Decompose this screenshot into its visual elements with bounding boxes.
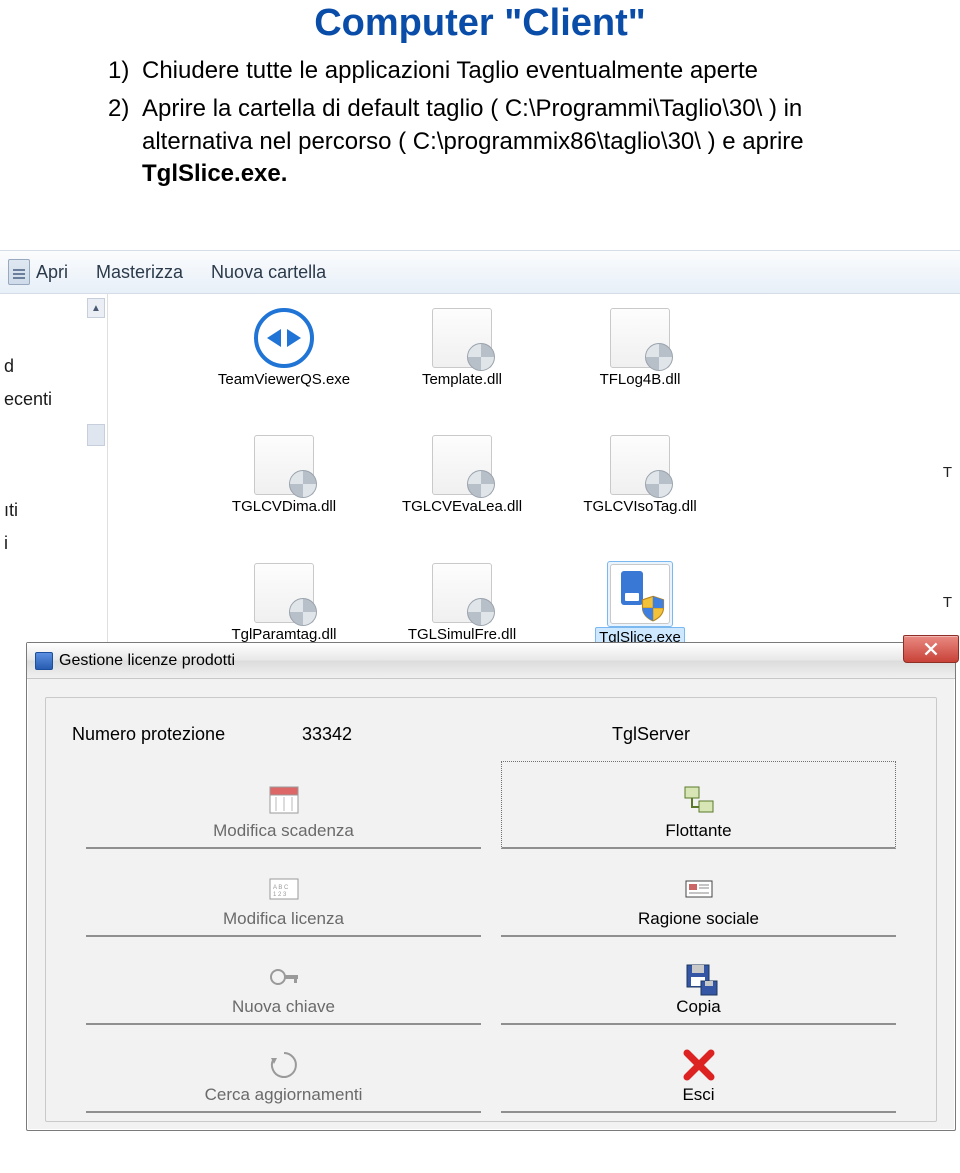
button-label: Modifica licenza <box>223 909 344 929</box>
modifica-scadenza-button[interactable]: Modifica scadenza <box>86 761 481 849</box>
dll-file-icon <box>252 561 316 625</box>
scroll-thumb[interactable] <box>87 424 105 446</box>
network-icon <box>679 781 719 821</box>
floppy-icon <box>679 957 719 997</box>
license-dialog: Gestione licenze prodotti Numero protezi… <box>26 642 956 1131</box>
sidebar-fragment: ıti <box>0 494 107 527</box>
file-label: TGLSimulFre.dll <box>408 626 516 643</box>
doc-body: 1) Chiudere tutte le applicazioni Taglio… <box>0 45 960 191</box>
card-icon <box>679 869 719 909</box>
toolbar-nuova-cartella-button[interactable]: Nuova cartella <box>211 262 326 283</box>
server-label: TglServer <box>612 724 690 745</box>
dialog-header-row: Numero protezione 33342 TglServer <box>46 698 936 761</box>
file-item[interactable]: Template.dll <box>404 306 520 389</box>
file-item[interactable]: TGLCVIsoTag.dll <box>582 433 698 516</box>
exe-file-icon <box>607 561 673 627</box>
cerca-aggiornamenti-button[interactable]: Cerca aggiornamenti <box>86 1025 481 1113</box>
doc-step-2: 2) Aprire la cartella di default taglio … <box>108 93 900 190</box>
dll-file-icon <box>608 433 672 497</box>
sidebar-fragment: i <box>0 527 107 560</box>
license-icon: A B C1 2 3 <box>264 869 304 909</box>
truncated-label: T <box>943 464 952 481</box>
button-label: Cerca aggiornamenti <box>205 1085 363 1105</box>
close-icon <box>924 642 938 656</box>
tv-file-icon <box>252 306 316 370</box>
key-icon <box>264 957 304 997</box>
explorer-body: ▲ d ecenti ıti i TeamViewerQS.exe Templat… <box>0 294 960 674</box>
toolbar-label: Masterizza <box>96 262 183 283</box>
file-item[interactable]: TGLCVDima.dll <box>226 433 342 516</box>
dialog-body: Numero protezione 33342 TglServer Modifi… <box>27 679 955 1130</box>
toolbar-label: Apri <box>36 262 68 283</box>
protection-value: 33342 <box>302 724 502 745</box>
file-label: TGLCVIsoTag.dll <box>583 498 696 515</box>
step-text-part: Aprire la cartella di default taglio ( C… <box>142 95 804 154</box>
dll-file-icon <box>430 433 494 497</box>
file-label: TGLCVDima.dll <box>232 498 336 515</box>
file-label: TglParamtag.dll <box>231 626 336 643</box>
nuova-chiave-button[interactable]: Nuova chiave <box>86 937 481 1025</box>
calendar-icon <box>264 781 304 821</box>
cross-icon <box>679 1045 719 1085</box>
step-text: Aprire la cartella di default taglio ( C… <box>142 93 900 190</box>
explorer-file-area: TeamViewerQS.exe Template.dll TFLog4B.dll T… <box>108 294 960 674</box>
step-text: Chiudere tutte le applicazioni Taglio ev… <box>142 55 758 87</box>
dialog-title-text: Gestione licenze prodotti <box>59 652 235 670</box>
dialog-titlebar: Gestione licenze prodotti <box>27 643 955 679</box>
dll-file-icon <box>430 306 494 370</box>
dll-file-icon <box>430 561 494 625</box>
modifica-licenza-button[interactable]: A B C1 2 3Modifica licenza <box>86 849 481 937</box>
step-number: 1) <box>108 55 142 87</box>
file-item[interactable]: TeamViewerQS.exe <box>226 306 342 389</box>
esci-button[interactable]: Esci <box>501 1025 896 1113</box>
file-label: Template.dll <box>422 371 502 388</box>
doc-title: Computer "Client" <box>0 2 960 45</box>
button-label: Esci <box>682 1085 714 1105</box>
toolbar-masterizza-button[interactable]: Masterizza <box>96 262 183 283</box>
toolbar-label: Nuova cartella <box>211 262 326 283</box>
dialog-close-button[interactable] <box>903 635 959 663</box>
button-label: Nuova chiave <box>232 997 335 1017</box>
button-label: Copia <box>676 997 720 1017</box>
explorer-window: Apri Masterizza Nuova cartella ▲ d ecent… <box>0 250 960 674</box>
file-item[interactable]: TglSlice.exe <box>582 561 698 648</box>
protection-label: Numero protezione <box>72 724 302 745</box>
step-text-bold: TglSlice.exe. <box>142 160 287 187</box>
file-label: TGLCVEvaLea.dll <box>402 498 522 515</box>
dll-file-icon <box>608 306 672 370</box>
copia-button[interactable]: Copia <box>501 937 896 1025</box>
dialog-app-icon <box>35 652 53 670</box>
button-label: Flottante <box>665 821 731 841</box>
file-label: TeamViewerQS.exe <box>218 371 350 388</box>
ragione-sociale-button[interactable]: Ragione sociale <box>501 849 896 937</box>
doc-step-1: 1) Chiudere tutte le applicazioni Taglio… <box>108 55 900 87</box>
svg-text:1 2 3: 1 2 3 <box>273 892 287 898</box>
explorer-toolbar: Apri Masterizza Nuova cartella <box>0 250 960 294</box>
svg-text:A B C: A B C <box>273 885 289 891</box>
file-item[interactable]: TGLCVEvaLea.dll <box>404 433 520 516</box>
dialog-button-columns: Modifica scadenzaA B C1 2 3Modifica lice… <box>46 761 936 1121</box>
toolbar-apri-button[interactable]: Apri <box>8 259 68 285</box>
scroll-up-button[interactable]: ▲ <box>87 298 105 318</box>
flottante-button[interactable]: Flottante <box>501 761 896 849</box>
step-number: 2) <box>108 93 142 190</box>
truncated-label: T <box>943 594 952 611</box>
file-item[interactable]: TFLog4B.dll <box>582 306 698 389</box>
file-item[interactable]: TGLSimulFre.dll <box>404 561 520 648</box>
update-icon <box>264 1045 304 1085</box>
sidebar-fragment: d <box>0 350 107 383</box>
sidebar-fragment: ecenti <box>0 383 107 416</box>
dialog-left-column: Modifica scadenzaA B C1 2 3Modifica lice… <box>46 761 491 1121</box>
button-label: Ragione sociale <box>638 909 759 929</box>
file-label: TFLog4B.dll <box>600 371 681 388</box>
document-icon <box>8 259 30 285</box>
button-label: Modifica scadenza <box>213 821 354 841</box>
explorer-sidebar: ▲ d ecenti ıti i <box>0 294 108 674</box>
dll-file-icon <box>252 433 316 497</box>
dialog-group: Numero protezione 33342 TglServer Modifi… <box>45 697 937 1122</box>
file-item[interactable]: TglParamtag.dll <box>226 561 342 648</box>
dialog-right-column: Flottante Ragione sociale Copia Esci <box>491 761 936 1121</box>
